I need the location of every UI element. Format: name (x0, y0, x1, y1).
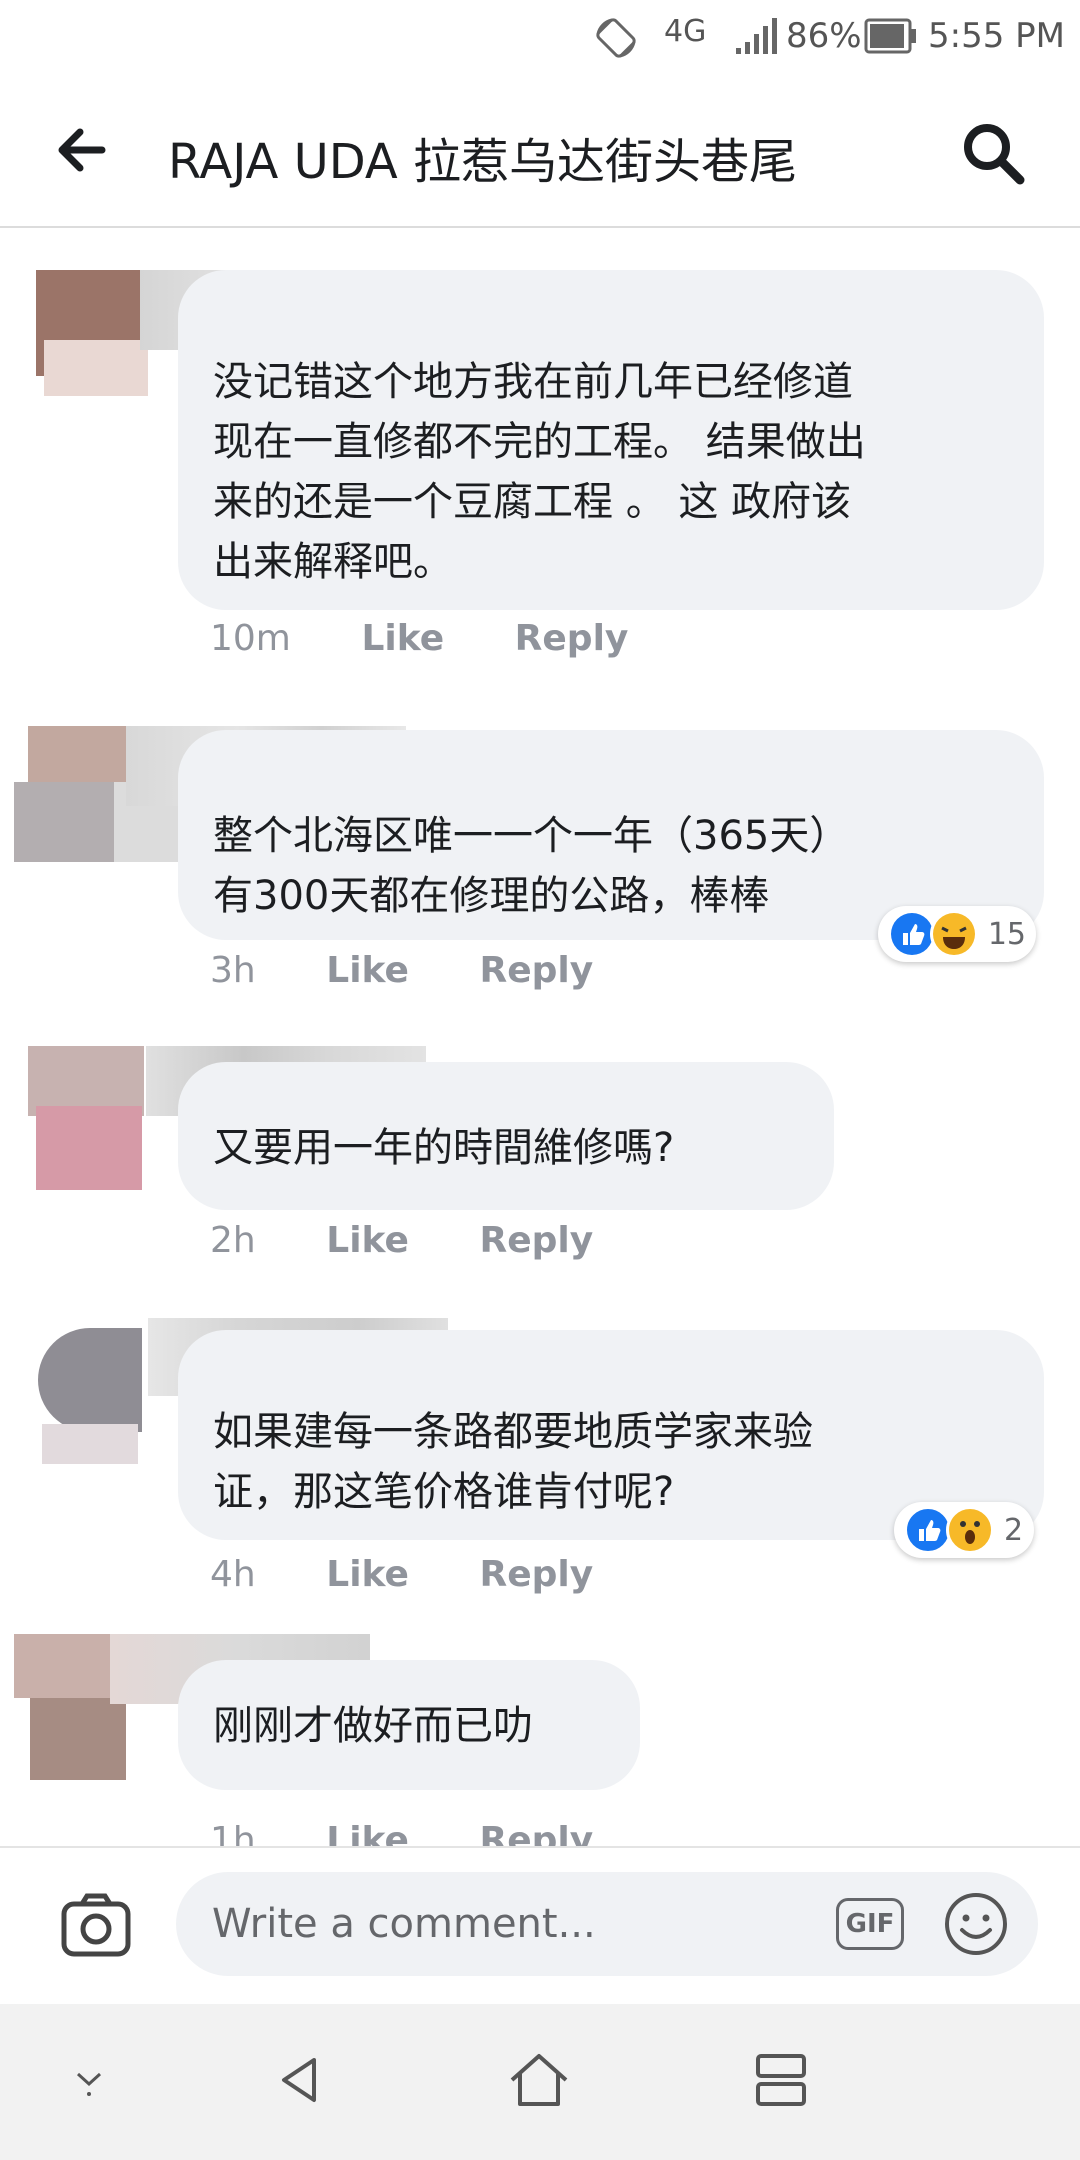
battery-percent: 86% (786, 16, 862, 56)
signal-icon (736, 18, 777, 54)
like-button[interactable]: Like (326, 1220, 409, 1261)
avatar[interactable] (28, 1318, 148, 1464)
comment-time: 2h (210, 1220, 256, 1261)
reply-button[interactable]: Reply (480, 1554, 594, 1595)
comment-time: 3h (210, 950, 256, 991)
avatar[interactable] (14, 726, 190, 866)
status-bar: 4G 86% 5:55 PM (0, 0, 1080, 76)
comment-item: 又要用一年的時間維修嗎? 2h Like Reply (0, 1046, 1080, 1286)
reply-button[interactable]: Reply (480, 1820, 594, 1846)
header-bar: RAJA UDA 拉惹乌达街头巷尾 (0, 76, 1080, 228)
laugh-reaction-icon (929, 910, 978, 958)
recents-nav-icon[interactable] (746, 2050, 816, 2110)
camera-icon[interactable] (60, 1892, 132, 1958)
comment-bubble: 刚刚才做好而已叻 (178, 1660, 640, 1790)
comment-bubble: 没记错这个地方我在前几年已经修道 现在一直修都不完的工程。 结果做出 来的还是一… (178, 270, 1044, 610)
comment-text: 刚刚才做好而已叻 (213, 1703, 533, 1749)
rotate-icon (596, 18, 636, 58)
comment-actions: 3h Like Reply (210, 950, 651, 991)
comment-item: 刚刚才做好而已叻 1h Like Reply (0, 1630, 1080, 1846)
comment-actions: 10m Like Reply (210, 618, 686, 659)
home-nav-icon[interactable] (504, 2050, 574, 2110)
comment-time: 4h (210, 1554, 256, 1595)
comment-actions: 1h Like Reply (210, 1820, 651, 1846)
reply-button[interactable]: Reply (480, 1220, 594, 1261)
like-button[interactable]: Like (361, 618, 444, 659)
reaction-count: 2 (1004, 1512, 1024, 1548)
like-reaction-icon (888, 910, 936, 958)
wow-reaction-icon (946, 1506, 994, 1554)
network-type: 4G (664, 14, 707, 49)
comment-actions: 2h Like Reply (210, 1220, 651, 1261)
like-button[interactable]: Like (326, 1820, 409, 1846)
reply-button[interactable]: Reply (515, 618, 629, 659)
clock: 5:55 PM (928, 16, 1065, 56)
comment-input[interactable] (176, 1872, 1038, 1976)
comment-text: 如果建每一条路都要地质学家来验 证，那这笔价格谁肯付呢? (213, 1409, 813, 1515)
search-icon[interactable] (960, 120, 1026, 186)
like-button[interactable]: Like (326, 950, 409, 991)
comment-composer: GIF (0, 1846, 1080, 2000)
comment-item: 没记错这个地方我在前几年已经修道 现在一直修都不完的工程。 结果做出 来的还是一… (0, 262, 1080, 682)
back-arrow-icon[interactable] (52, 120, 112, 180)
comment-text: 整个北海区唯一一个一年（365天） 有300天都在修理的公路，棒棒 (213, 813, 850, 919)
back-nav-icon[interactable] (266, 2050, 336, 2110)
comment-time: 1h (210, 1820, 256, 1846)
emoji-icon[interactable] (942, 1890, 1010, 1958)
comment-text: 又要用一年的時間維修嗎? (213, 1125, 675, 1171)
like-button[interactable]: Like (326, 1554, 409, 1595)
comment-actions: 4h Like Reply (210, 1554, 651, 1595)
system-nav-bar (0, 2004, 1080, 2160)
reactions-summary[interactable]: 2 (894, 1502, 1034, 1558)
gif-button[interactable]: GIF (836, 1898, 904, 1950)
like-reaction-icon (904, 1506, 952, 1554)
comment-time: 10m (210, 618, 291, 659)
page-title: RAJA UDA 拉惹乌达街头巷尾 (168, 134, 797, 190)
comment-text: 没记错这个地方我在前几年已经修道 现在一直修都不完的工程。 结果做出 来的还是一… (213, 359, 866, 585)
avatar[interactable] (28, 270, 148, 410)
avatar[interactable] (28, 1046, 148, 1190)
reply-button[interactable]: Reply (480, 950, 594, 991)
battery-icon (864, 18, 916, 54)
comment-item: 整个北海区唯一一个一年（365天） 有300天都在修理的公路，棒棒 15 3h … (0, 726, 1080, 1006)
hide-keyboard-icon[interactable] (54, 2050, 124, 2110)
comment-bubble: 又要用一年的時間維修嗎? (178, 1062, 834, 1210)
reaction-count: 15 (987, 916, 1026, 952)
comment-item: 如果建每一条路都要地质学家来验 证，那这笔价格谁肯付呢? 2 4h Like R… (0, 1318, 1080, 1618)
reactions-summary[interactable]: 15 (878, 906, 1036, 962)
